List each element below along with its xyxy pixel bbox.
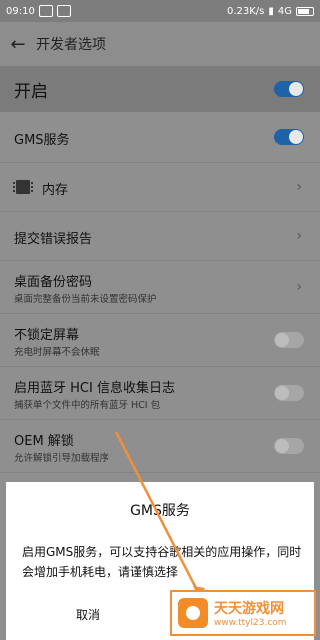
setting-title: 提交错误报告: [14, 232, 93, 247]
gms-toggle[interactable]: [274, 129, 304, 145]
setting-stay-awake[interactable]: 不锁定屏幕 充电时屏幕不会休眠: [0, 314, 320, 367]
master-switch-row[interactable]: 开启: [0, 66, 320, 112]
setting-title: OEM 解锁: [14, 434, 74, 449]
watermark: 天天游戏网 www.ttyl23.com: [170, 590, 316, 636]
setting-bluetooth-hci-log[interactable]: 启用蓝牙 HCI 信息收集日志 捕获单个文件中的所有蓝牙 HCI 包: [0, 367, 320, 420]
setting-title: 桌面备份密码: [14, 275, 93, 290]
scan-notification-icon: [56, 5, 71, 17]
setting-subtitle: 允许解锁引导加载程序: [14, 453, 110, 464]
network-speed: 0.23K/s: [226, 5, 265, 17]
watermark-logo-icon: [178, 598, 208, 628]
oem-unlock-toggle[interactable]: [274, 438, 304, 454]
setting-oem-unlock[interactable]: OEM 解锁 允许解锁引导加载程序: [0, 420, 320, 473]
setting-bug-report[interactable]: 提交错误报告 ›: [0, 212, 320, 261]
setting-gms-service[interactable]: GMS服务: [0, 112, 320, 163]
settings-list: GMS服务 内存 › 提交错误报告 › 桌面备份密码 桌面完整备份当前未设置密码…: [0, 112, 320, 473]
app-bar: ← 开发者选项: [0, 22, 320, 66]
setting-subtitle: 捕获单个文件中的所有蓝牙 HCI 包: [14, 400, 161, 411]
master-switch-toggle[interactable]: [274, 81, 304, 97]
stay-awake-toggle[interactable]: [274, 332, 304, 348]
setting-title: GMS服务: [14, 133, 70, 148]
setting-memory[interactable]: 内存 ›: [0, 163, 320, 212]
master-switch-label: 开启: [14, 81, 48, 102]
signal-icon: ▮: [268, 5, 274, 17]
back-arrow-icon[interactable]: ←: [0, 34, 36, 55]
setting-subtitle: 桌面完整备份当前未设置密码保护: [14, 294, 157, 305]
chevron-right-icon: ›: [296, 279, 302, 295]
watermark-url: www.ttyl23.com: [214, 618, 287, 628]
setting-backup-password[interactable]: 桌面备份密码 桌面完整备份当前未设置密码保护 ›: [0, 261, 320, 314]
bluetooth-hci-toggle[interactable]: [274, 385, 304, 401]
dialog-message: 启用GMS服务，可以支持谷歌相关的应用操作，同时会增加手机耗电，请谨慎选择: [22, 545, 302, 579]
status-time: 09:10: [6, 5, 35, 17]
setting-subtitle: 充电时屏幕不会休眠: [14, 347, 100, 358]
setting-title: 不锁定屏幕: [14, 328, 80, 343]
dialog-title: GMS服务: [130, 503, 190, 519]
battery-icon: [296, 6, 314, 16]
network-type: 4G: [277, 5, 292, 17]
setting-title: 启用蓝牙 HCI 信息收集日志: [14, 381, 175, 396]
watermark-name: 天天游戏网: [214, 601, 284, 617]
dialog-cancel-button[interactable]: 取消: [58, 600, 118, 630]
setting-title: 内存: [42, 183, 69, 198]
chevron-right-icon: ›: [296, 228, 302, 244]
image-notification-icon: [38, 5, 53, 17]
status-bar: 09:10 0.23K/s ▮ 4G: [0, 0, 320, 22]
memory-chip-icon: [13, 180, 33, 194]
chevron-right-icon: ›: [296, 179, 302, 195]
page-title: 开发者选项: [36, 37, 106, 53]
